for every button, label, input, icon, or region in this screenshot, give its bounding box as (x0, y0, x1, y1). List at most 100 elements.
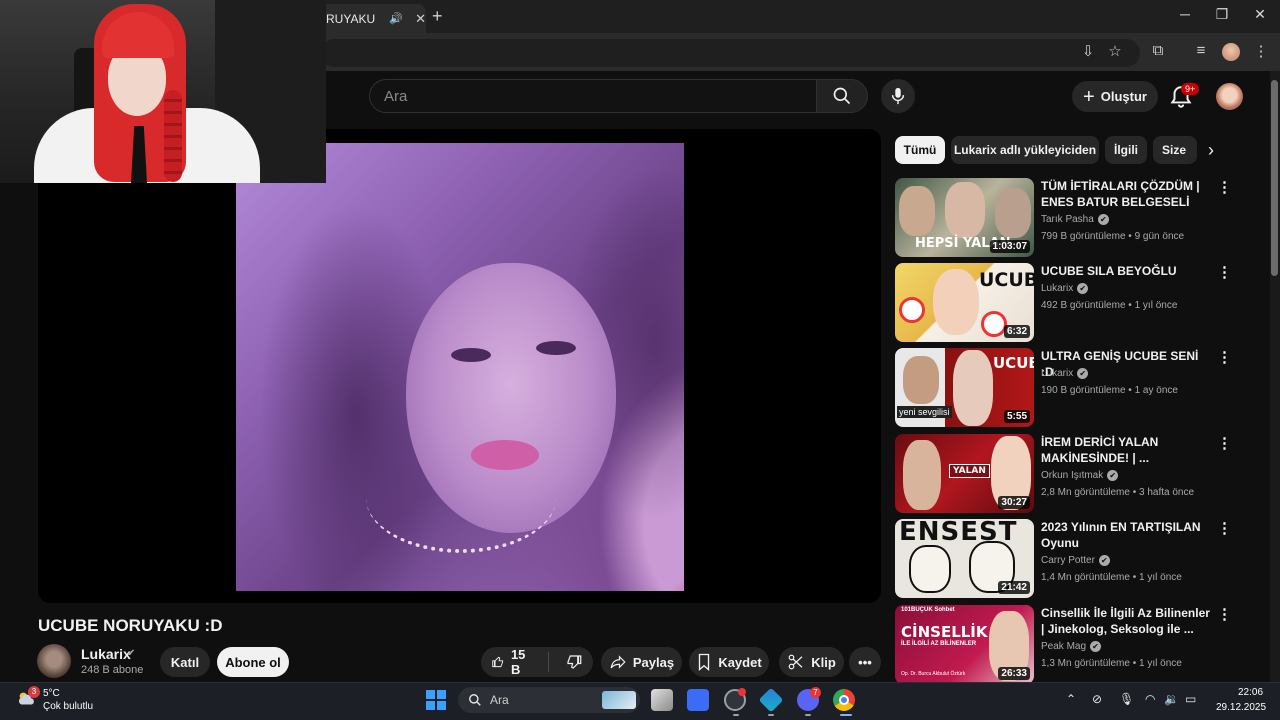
thumb-person (953, 350, 993, 426)
subscribe-button[interactable]: Abone ol (217, 647, 289, 677)
chrome-icon[interactable] (833, 689, 855, 711)
wifi-icon[interactable]: ◠ (1145, 692, 1155, 706)
video-thumbnail[interactable]: UCUBE yeni sevgilisi 5:55 (895, 348, 1034, 427)
volume-icon[interactable]: 🔉 (1164, 692, 1179, 706)
channel-label: Carry Potter (1041, 555, 1095, 567)
battery-icon[interactable]: ▭ (1185, 692, 1196, 706)
minimize-button[interactable]: ─ (1173, 6, 1197, 22)
app-icon[interactable] (687, 689, 709, 711)
chevron-up-icon[interactable]: ⌃ (1066, 692, 1076, 706)
address-bar[interactable] (320, 39, 1140, 67)
more-vertical-icon[interactable]: ⋮ (1217, 265, 1232, 280)
recommendation-meta: 799 B görüntüleme • 9 gün önce (1041, 231, 1185, 242)
chip-from-uploader[interactable]: Lukarix adlı yükleyiciden (951, 136, 1099, 164)
recommendation-item[interactable]: UCUBE yeni sevgilisi 5:55 ULTRA GENİŞ UC… (895, 348, 1240, 428)
video-thumbnail[interactable]: YALAN 30:27 (895, 434, 1034, 513)
more-actions-button[interactable]: ••• (849, 647, 881, 677)
more-vertical-icon[interactable]: ⋮ (1217, 521, 1232, 536)
more-vertical-icon[interactable]: ⋮ (1217, 436, 1232, 451)
windows-logo-icon (426, 701, 435, 710)
notification-badge: 9+ (1181, 83, 1200, 95)
voice-search-button[interactable] (881, 79, 915, 113)
clock-time[interactable]: 22:06 (1238, 687, 1263, 698)
pearl-necklace (366, 443, 556, 553)
like-button[interactable]: 15 B (481, 647, 542, 677)
share-label: Paylaş (632, 654, 675, 670)
like-divider (548, 652, 549, 672)
new-tab-button[interactable]: + (432, 6, 443, 27)
video-eye-right (536, 341, 576, 355)
chevron-right-icon: › (1208, 139, 1214, 160)
webcam-braid (164, 90, 182, 182)
recommendation-channel[interactable]: Carry Potter ✔ (1041, 555, 1110, 566)
recommendation-item[interactable]: YALAN 30:27 İREM DERİCİ YALAN MAKİNESİND… (895, 434, 1240, 514)
recommendation-title[interactable]: UCUBE SILA BEYOĞLU (1041, 263, 1213, 279)
running-indicator (840, 714, 852, 716)
save-button[interactable]: Kaydet (689, 647, 769, 677)
chip-for-you[interactable]: Size (1153, 136, 1197, 164)
recommendation-item[interactable]: UCUBE 6:32 UCUBE SILA BEYOĞLU Lukarix✔ 4… (895, 263, 1240, 343)
extensions-icon[interactable]: ⧉ (1147, 42, 1169, 59)
recommendation-item[interactable]: 101BUÇUK Sohbet CİNSELLİK İLE İLGİLİ AZ … (895, 605, 1240, 685)
channel-name[interactable]: Lukarix (81, 646, 131, 662)
windows-logo-icon (437, 690, 446, 699)
browser-tab[interactable]: RUYAKU :D 🔊 ✕ (312, 4, 426, 33)
speaker-icon[interactable]: 🔊 (389, 12, 403, 25)
close-tab-icon[interactable]: ✕ (415, 11, 426, 27)
media-control-icon[interactable]: ≡ (1190, 42, 1212, 59)
scrollbar-thumb[interactable] (1271, 80, 1278, 276)
recommendation-channel[interactable]: Tarık Pasha ✔ (1041, 214, 1109, 225)
recommendation-channel[interactable]: Lukarix ✔ (1041, 283, 1089, 294)
channel-label: Lukarix (1041, 368, 1074, 380)
microphone-icon[interactable]: 🎙 (1119, 692, 1134, 706)
video-thumbnail[interactable]: ENSEST 21:42 (895, 519, 1034, 598)
recommendation-channel[interactable]: Orkun Işıtmak ✔ (1041, 470, 1119, 481)
chips-next-button[interactable]: › (1197, 136, 1225, 164)
browser-profile-avatar[interactable] (1222, 43, 1240, 61)
recommendation-title[interactable]: TÜM İFTİRALARI ÇÖZDÜM | ENES BATUR BELGE… (1041, 178, 1213, 210)
recommendation-title[interactable]: Cinsellik İle İlgili Az Bilinenler | Jin… (1041, 605, 1213, 637)
dislike-button[interactable] (555, 647, 593, 677)
search-button[interactable] (816, 79, 868, 113)
clock-date[interactable]: 29.12.2025 (1216, 702, 1266, 713)
search-field[interactable] (369, 79, 816, 113)
video-thumbnail[interactable]: 101BUÇUK Sohbet CİNSELLİK İLE İLGİLİ AZ … (895, 605, 1034, 684)
clip-button[interactable]: Klip (779, 647, 844, 677)
browser-menu-icon[interactable]: ⋮ (1250, 42, 1272, 60)
create-button[interactable]: + Oluştur (1072, 81, 1158, 112)
more-vertical-icon[interactable]: ⋮ (1217, 607, 1232, 622)
subscriber-count: 248 B abone (81, 664, 144, 676)
taskbar-search[interactable]: Ara (458, 687, 640, 713)
recommendation-item[interactable]: ENSEST 21:42 2023 Yılının EN TARTIŞILAN … (895, 519, 1240, 599)
bookmark-star-icon[interactable]: ☆ (1104, 42, 1126, 60)
network-off-icon[interactable]: ⊘ (1092, 692, 1102, 706)
chip-all[interactable]: Tümü (895, 136, 945, 164)
recommendation-item[interactable]: HEPSİ YALAN 1:03:07 TÜM İFTİRALARI ÇÖZDÜ… (895, 178, 1240, 258)
search-input[interactable] (384, 87, 816, 105)
chrome-center (839, 695, 849, 705)
recommendation-title[interactable]: 2023 Yılının EN TARTIŞILAN Oyunu (1041, 519, 1213, 551)
install-app-icon[interactable]: ⇩ (1077, 42, 1099, 60)
more-vertical-icon[interactable]: ⋮ (1217, 350, 1232, 365)
start-button[interactable] (426, 690, 446, 710)
video-frame[interactable] (236, 143, 684, 591)
close-window-button[interactable]: ✕ (1248, 6, 1272, 23)
temperature[interactable]: 5°C (43, 688, 60, 699)
search-icon (469, 694, 481, 706)
join-button[interactable]: Katıl (160, 647, 210, 677)
task-view-icon[interactable] (651, 689, 673, 711)
share-button[interactable]: Paylaş (601, 647, 682, 677)
recommendation-channel[interactable]: Lukarix ✔ (1041, 368, 1089, 380)
channel-avatar[interactable] (37, 644, 71, 678)
restore-button[interactable]: ❐ (1210, 6, 1234, 23)
weather-condition[interactable]: Çok bulutlu (43, 701, 93, 712)
video-thumbnail[interactable]: HEPSİ YALAN 1:03:07 (895, 178, 1034, 257)
recommendation-title[interactable]: İREM DERİCİ YALAN MAKİNESİNDE! | ... (1041, 434, 1213, 466)
account-avatar[interactable] (1216, 83, 1243, 110)
save-label: Kaydet (718, 654, 762, 670)
more-vertical-icon[interactable]: ⋮ (1217, 180, 1232, 195)
chip-related[interactable]: İlgili (1105, 136, 1147, 164)
video-thumbnail[interactable]: UCUBE 6:32 (895, 263, 1034, 342)
recommendation-channel[interactable]: Peak Mag ✔ (1041, 641, 1102, 652)
upload-age: 1 yıl önce (1139, 572, 1182, 583)
